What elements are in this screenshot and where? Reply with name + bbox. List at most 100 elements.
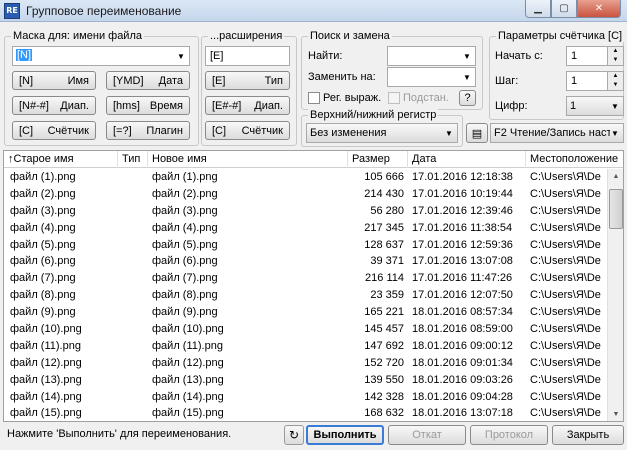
table-row[interactable]: файл (2).png файл (2).png 214 430 17.01.201… — [4, 186, 609, 203]
name-mask-title: Маска для: имени файла — [11, 30, 144, 42]
col-size[interactable]: Размер — [348, 151, 408, 168]
col-new-name[interactable]: Новое имя — [148, 151, 348, 168]
table-row[interactable]: файл (6).png файл (6).png 39 371 17.01.2016… — [4, 253, 609, 270]
scroll-thumb[interactable] — [609, 189, 623, 229]
regex-checkbox[interactable] — [308, 92, 320, 104]
name-mask-combo[interactable]: [N] ▼ — [12, 46, 190, 66]
close-button[interactable]: Закрыть — [552, 425, 624, 445]
plugin-combo[interactable]: F2 Чтение/Запись наст ▼ — [490, 123, 624, 143]
mask-label: Диап. — [254, 99, 283, 112]
case-title: Верхний/нижний регистр — [308, 109, 439, 121]
mask-code: [C] — [212, 124, 227, 137]
cell-loc: C:\Users\Я\De — [530, 306, 601, 319]
start-input[interactable]: 1 — [566, 46, 608, 66]
cell-date: 17.01.2016 13:07:08 — [412, 255, 513, 268]
table-row[interactable]: файл (8).png файл (8).png 23 359 17.01.2016… — [4, 287, 609, 304]
cell-size: 152 720 — [364, 356, 404, 369]
table-row[interactable]: файл (13).png файл (13).png 139 550 18.01.2… — [4, 372, 609, 389]
mask-code: [=?] — [113, 124, 132, 137]
ext-counter-button[interactable]: [C] Счётчик — [205, 121, 290, 140]
digits-label: Цифр: — [495, 100, 528, 112]
cell-size: 105 666 — [364, 171, 404, 183]
cell-loc: C:\Users\Я\De — [530, 238, 601, 251]
log-button[interactable]: Протокол — [470, 425, 548, 445]
cell-date: 17.01.2016 12:18:38 — [412, 171, 513, 183]
cell-size: 168 632 — [364, 407, 404, 420]
case-value: Без изменения — [310, 127, 387, 139]
cell-new: файл (2).png — [152, 187, 218, 200]
cell-loc: C:\Users\Я\De — [530, 171, 601, 183]
table-row[interactable]: файл (12).png файл (12).png 152 720 18.01.2… — [4, 355, 609, 372]
cell-old: файл (3).png — [10, 204, 76, 217]
ext-range-button[interactable]: [E#-#] Диап. — [205, 96, 290, 115]
cell-old: файл (13).png — [10, 373, 82, 386]
table-row[interactable]: файл (9).png файл (9).png 165 221 18.01.201… — [4, 304, 609, 321]
cell-date: 17.01.2016 12:59:36 — [412, 238, 513, 251]
cell-loc: C:\Users\Я\De — [530, 407, 601, 420]
cell-loc: C:\Users\Я\De — [530, 390, 601, 403]
step-spinner[interactable]: ▲ ▼ — [608, 71, 624, 91]
ext-mask-title: ...расширения — [208, 30, 285, 42]
table-row[interactable]: файл (7).png файл (7).png 216 114 17.01.201… — [4, 270, 609, 287]
table-row[interactable]: файл (14).png файл (14).png 142 328 18.01.2… — [4, 389, 609, 406]
vertical-scrollbar[interactable]: ▲ ▼ — [607, 169, 623, 421]
find-combo[interactable]: ▼ — [387, 46, 476, 66]
digits-combo[interactable]: 1 ▼ — [566, 96, 624, 116]
col-date[interactable]: Дата — [408, 151, 526, 168]
mask-range-button[interactable]: [N#-#] Диап. — [12, 96, 96, 115]
cell-old: файл (1).png — [10, 171, 76, 183]
help-button[interactable]: ? — [459, 90, 476, 106]
mask-date-button[interactable]: [YMD] Дата — [106, 71, 190, 90]
cell-size: 147 692 — [364, 339, 404, 352]
start-spinner[interactable]: ▲ ▼ — [608, 46, 624, 66]
chevron-down-icon: ▼ — [177, 51, 185, 61]
cell-loc: C:\Users\Я\De — [530, 373, 601, 386]
cell-date: 17.01.2016 11:47:26 — [412, 272, 513, 285]
table-row[interactable]: файл (15).png файл (15).png 168 632 18.01.2… — [4, 405, 609, 421]
edit-plugin-button[interactable]: ▤ — [466, 123, 488, 143]
scroll-up-icon[interactable]: ▲ — [608, 169, 623, 185]
maximize-button[interactable]: ▢ — [551, 0, 577, 18]
undo-button[interactable]: Откат — [388, 425, 466, 445]
refresh-icon: ↻ — [288, 428, 300, 442]
table-header: ↑Старое имя Тип Новое имя Размер Дата Ме… — [4, 151, 623, 168]
table-row[interactable]: файл (10).png файл (10).png 145 457 18.01.2… — [4, 321, 609, 338]
table-row[interactable]: файл (4).png файл (4).png 217 345 17.01.201… — [4, 220, 609, 237]
close-window-button[interactable]: ✕ — [577, 0, 621, 18]
col-location[interactable]: Местоположение — [526, 151, 623, 168]
mask-label: Счётчик — [241, 124, 283, 137]
cell-new: файл (6).png — [152, 255, 218, 268]
cell-old: файл (2).png — [10, 187, 76, 200]
status-text: Нажмите 'Выполнить' для переименования. — [7, 428, 232, 440]
cell-new: файл (12).png — [152, 356, 224, 369]
refresh-button[interactable]: ↻ — [284, 425, 304, 445]
minimize-button[interactable]: ▁ — [525, 0, 551, 18]
mask-counter-button[interactable]: [C] Счётчик — [12, 121, 96, 140]
col-old-name[interactable]: ↑Старое имя — [4, 151, 118, 168]
table-row[interactable]: файл (1).png файл (1).png 105 666 17.01.201… — [4, 169, 609, 186]
cell-loc: C:\Users\Я\De — [530, 323, 601, 336]
scroll-down-icon[interactable]: ▼ — [608, 407, 623, 421]
ext-mask-input[interactable]: [E] — [205, 46, 290, 66]
cell-new: файл (13).png — [152, 373, 224, 386]
cell-size: 216 114 — [365, 272, 404, 285]
mask-name-button[interactable]: [N] Имя — [12, 71, 96, 90]
spin-down-icon: ▼ — [612, 82, 619, 88]
cell-size: 165 221 — [364, 306, 404, 319]
step-input[interactable]: 1 — [566, 71, 608, 91]
mask-time-button[interactable]: [hms] Время — [106, 96, 190, 115]
table-row[interactable]: файл (5).png файл (5).png 128 637 17.01.201… — [4, 237, 609, 254]
table-row[interactable]: файл (11).png файл (11).png 147 692 18.01.2… — [4, 338, 609, 355]
col-type[interactable]: Тип — [118, 151, 148, 168]
cell-date: 17.01.2016 12:39:46 — [412, 204, 513, 217]
ext-type-button[interactable]: [E] Тип — [205, 71, 290, 90]
table-row[interactable]: файл (3).png файл (3).png 56 280 17.01.2016… — [4, 203, 609, 220]
run-button[interactable]: Выполнить — [306, 425, 384, 445]
mask-plugin-button[interactable]: [=?] Плагин — [106, 121, 190, 140]
case-combo[interactable]: Без изменения ▼ — [306, 123, 458, 143]
replace-combo[interactable]: ▼ — [387, 67, 476, 87]
cell-new: файл (4).png — [152, 221, 218, 234]
app-icon: RE — [4, 3, 20, 19]
table-body: файл (1).png файл (1).png 105 666 17.01.201… — [4, 169, 609, 421]
subst-checkbox[interactable] — [388, 92, 400, 104]
